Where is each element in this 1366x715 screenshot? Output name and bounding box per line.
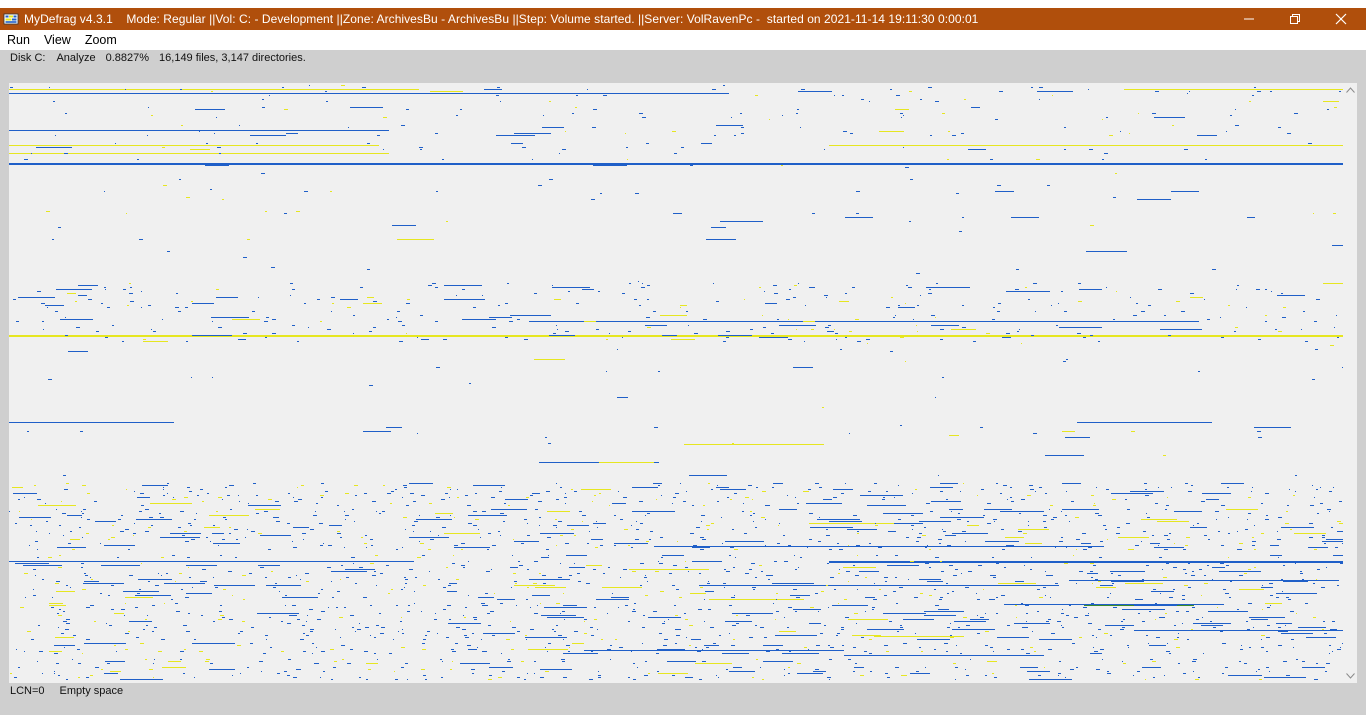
cluster-map-canvas xyxy=(9,85,1343,680)
restore-button[interactable] xyxy=(1272,8,1318,30)
top-status-bar: Disk C: Analyze 0.8827% 16,149 files, 3,… xyxy=(0,50,1366,66)
file-directory-counts: 16,149 files, 3,147 directories. xyxy=(159,52,306,64)
action-label: Analyze xyxy=(56,52,96,64)
close-icon xyxy=(1335,13,1347,25)
lcn-label: LCN=0 xyxy=(10,685,45,697)
close-button[interactable] xyxy=(1318,8,1364,30)
restore-icon xyxy=(1290,14,1300,24)
window-title: MyDefrag v4.3.1 Mode: Regular ||Vol: C: … xyxy=(24,12,979,26)
top-strip xyxy=(0,0,1366,8)
progress-percent: 0.8827% xyxy=(105,52,150,64)
minimize-icon xyxy=(1244,18,1254,20)
bottom-status-bar: LCN=0 Empty space xyxy=(0,683,1366,699)
chevron-down-icon xyxy=(1345,673,1355,679)
scroll-down-arrow[interactable] xyxy=(1343,669,1357,683)
menu-zoom[interactable]: Zoom xyxy=(78,33,124,47)
title-bar[interactable]: MyDefrag v4.3.1 Mode: Regular ||Vol: C: … xyxy=(0,8,1366,30)
chevron-up-icon xyxy=(1345,87,1355,93)
cluster-description: Empty space xyxy=(59,685,124,697)
menu-run[interactable]: Run xyxy=(0,33,37,47)
mydefrag-app-icon[interactable] xyxy=(3,12,19,26)
disk-cluster-map[interactable] xyxy=(9,83,1343,683)
disk-label: Disk C: xyxy=(10,52,46,64)
menu-view[interactable]: View xyxy=(37,33,78,47)
vertical-scrollbar[interactable] xyxy=(1343,83,1357,683)
minimize-button[interactable] xyxy=(1226,8,1272,30)
menu-bar: Run View Zoom xyxy=(0,30,1366,50)
scroll-up-arrow[interactable] xyxy=(1343,83,1357,97)
